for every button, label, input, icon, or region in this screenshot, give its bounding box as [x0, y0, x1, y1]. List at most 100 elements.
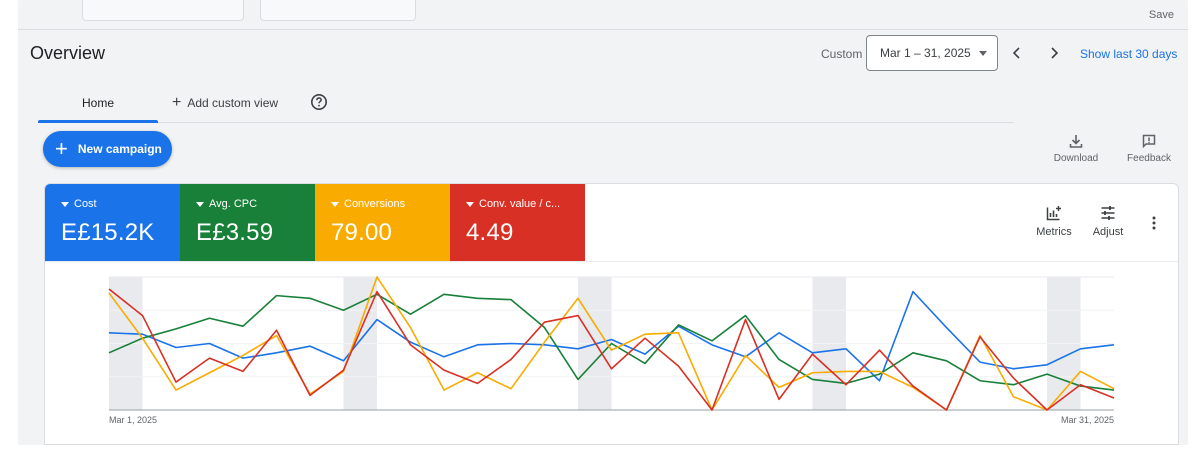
data-point[interactable]	[239, 351, 247, 359]
data-point[interactable]	[172, 386, 180, 394]
data-point[interactable]	[239, 322, 247, 330]
data-point[interactable]	[206, 314, 214, 322]
feedback-button[interactable]: Feedback	[1119, 133, 1179, 169]
data-point[interactable]	[574, 345, 582, 353]
metrics-button[interactable]: Metrics	[1029, 204, 1079, 238]
data-point[interactable]	[708, 406, 716, 414]
data-point[interactable]	[1010, 393, 1018, 401]
data-point[interactable]	[943, 324, 951, 332]
data-point[interactable]	[943, 406, 951, 414]
data-point[interactable]	[909, 288, 917, 296]
data-point[interactable]	[809, 369, 817, 377]
data-point[interactable]	[742, 316, 750, 324]
data-point[interactable]	[440, 353, 448, 361]
data-point[interactable]	[574, 375, 582, 383]
data-point[interactable]	[474, 341, 482, 349]
data-point[interactable]	[1043, 370, 1051, 378]
data-point[interactable]	[340, 366, 348, 374]
tab-home[interactable]: Home	[38, 83, 158, 123]
data-point[interactable]	[105, 329, 113, 337]
data-point[interactable]	[1043, 361, 1051, 369]
data-point[interactable]	[139, 334, 147, 342]
data-point[interactable]	[340, 306, 348, 314]
data-point[interactable]	[1110, 341, 1118, 349]
data-point[interactable]	[507, 355, 515, 363]
data-point[interactable]	[440, 366, 448, 374]
data-point[interactable]	[407, 341, 415, 349]
data-point[interactable]	[373, 288, 381, 296]
data-point[interactable]	[842, 345, 850, 353]
data-point[interactable]	[273, 292, 281, 300]
metric-tile-avg-cpc[interactable]: Avg. CPC E£3.59	[180, 184, 315, 261]
more-options-icon[interactable]	[1145, 214, 1163, 232]
data-point[interactable]	[306, 294, 314, 302]
data-point[interactable]	[507, 340, 515, 348]
data-point[interactable]	[172, 325, 180, 333]
data-point[interactable]	[1110, 385, 1118, 393]
data-point[interactable]	[172, 343, 180, 351]
help-icon[interactable]	[310, 93, 328, 111]
show-last-30-days-link[interactable]: Show last 30 days	[1080, 47, 1177, 61]
data-point[interactable]	[608, 365, 616, 373]
data-point[interactable]	[775, 355, 783, 363]
data-point[interactable]	[507, 385, 515, 393]
metric-tile-cost[interactable]: Cost E£15.2K	[45, 184, 180, 261]
data-point[interactable]	[373, 273, 381, 281]
data-point[interactable]	[105, 349, 113, 357]
data-point[interactable]	[1043, 406, 1051, 414]
data-point[interactable]	[206, 369, 214, 377]
data-point[interactable]	[541, 318, 549, 326]
data-point[interactable]	[474, 294, 482, 302]
add-custom-view-button[interactable]: + Add custom view	[172, 95, 278, 111]
data-point[interactable]	[976, 333, 984, 341]
data-point[interactable]	[909, 349, 917, 357]
data-point[interactable]	[340, 357, 348, 365]
data-point[interactable]	[742, 351, 750, 359]
data-point[interactable]	[943, 357, 951, 365]
data-point[interactable]	[976, 377, 984, 385]
data-point[interactable]	[775, 395, 783, 403]
data-point[interactable]	[239, 367, 247, 375]
metric-tile-conv-value-per-cost[interactable]: Conv. value / c... 4.49	[450, 184, 585, 261]
previous-period-button[interactable]	[1008, 44, 1026, 62]
adjust-button[interactable]: Adjust	[1083, 204, 1133, 238]
data-point[interactable]	[373, 316, 381, 324]
data-point[interactable]	[407, 324, 415, 332]
data-point[interactable]	[474, 379, 482, 387]
data-point[interactable]	[1077, 381, 1085, 389]
data-point[interactable]	[139, 312, 147, 320]
top-filter-chip[interactable]	[260, 0, 416, 21]
data-point[interactable]	[1077, 345, 1085, 353]
data-point[interactable]	[608, 346, 616, 354]
top-filter-chip[interactable]	[82, 0, 244, 21]
data-point[interactable]	[306, 391, 314, 399]
data-point[interactable]	[1077, 367, 1085, 375]
data-point[interactable]	[842, 367, 850, 375]
data-point[interactable]	[440, 290, 448, 298]
next-period-button[interactable]	[1045, 44, 1063, 62]
data-point[interactable]	[708, 337, 716, 345]
data-point[interactable]	[273, 326, 281, 334]
data-point[interactable]	[407, 310, 415, 318]
data-point[interactable]	[206, 354, 214, 362]
data-point[interactable]	[440, 386, 448, 394]
data-point[interactable]	[306, 342, 314, 350]
data-point[interactable]	[976, 358, 984, 366]
data-point[interactable]	[574, 294, 582, 302]
data-point[interactable]	[1110, 394, 1118, 402]
data-point[interactable]	[541, 338, 549, 346]
data-point[interactable]	[273, 349, 281, 357]
data-point[interactable]	[876, 346, 884, 354]
data-point[interactable]	[206, 340, 214, 348]
data-point[interactable]	[1010, 365, 1018, 373]
data-point[interactable]	[675, 321, 683, 329]
data-point[interactable]	[172, 378, 180, 386]
data-point[interactable]	[842, 381, 850, 389]
metric-tile-conversions[interactable]: Conversions 79.00	[315, 184, 450, 261]
new-campaign-button[interactable]: + New campaign	[43, 131, 172, 167]
data-point[interactable]	[675, 329, 683, 337]
data-point[interactable]	[876, 367, 884, 375]
data-point[interactable]	[1010, 374, 1018, 382]
data-point[interactable]	[775, 383, 783, 391]
data-point[interactable]	[474, 369, 482, 377]
